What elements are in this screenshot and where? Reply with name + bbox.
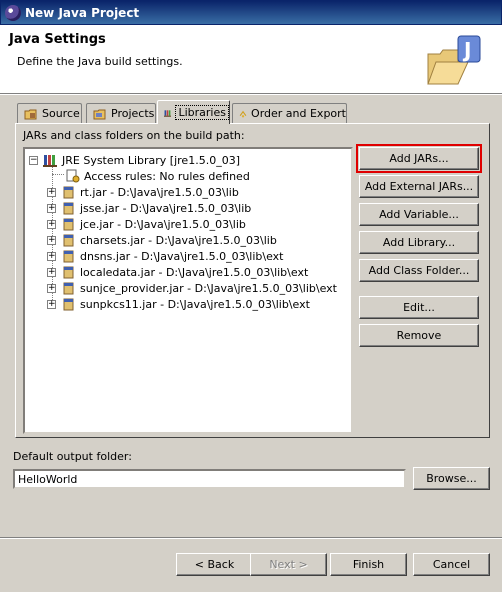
tree-node-access-rules[interactable]: Access rules: No rules defined <box>65 168 250 184</box>
tree-node-jar[interactable]: + sunjce_provider.jar - D:\Java\jre1.5.0… <box>47 280 337 296</box>
tree-node-label: sunjce_provider.jar - D:\Java\jre1.5.0_0… <box>80 281 337 295</box>
java-project-banner-icon: J <box>427 35 481 85</box>
page-description: Define the Java build settings. <box>17 55 183 68</box>
eclipse-icon <box>5 5 21 21</box>
expand-icon[interactable]: + <box>47 235 56 245</box>
tab-order-and-export[interactable]: Order and Export <box>232 103 347 123</box>
tab-libraries-label: Libraries <box>175 105 229 120</box>
tree-node-label: dnsns.jar - D:\Java\jre1.5.0_03\lib\ext <box>80 249 284 263</box>
jar-icon <box>63 282 74 295</box>
jar-icon <box>63 202 74 215</box>
tab-source-label: Source <box>42 107 80 120</box>
wizard-header: Java Settings Define the Java build sett… <box>0 25 502 94</box>
remove-button[interactable]: Remove <box>359 324 479 347</box>
finish-button[interactable]: Finish <box>330 553 407 576</box>
window-title: New Java Project <box>25 6 140 20</box>
expand-icon[interactable]: + <box>47 299 56 309</box>
edit-button[interactable]: Edit... <box>359 296 479 319</box>
tab-order-export-label: Order and Export <box>251 107 346 120</box>
cancel-button[interactable]: Cancel <box>413 553 490 576</box>
title-bar: New Java Project <box>0 0 502 25</box>
expand-icon[interactable]: + <box>47 219 56 229</box>
jar-icon <box>63 234 74 247</box>
libraries-tree[interactable]: − JRE System Library [jre1.5.0_03] Acces… <box>23 147 353 434</box>
tree-node-label: Access rules: No rules defined <box>84 169 250 183</box>
tree-node-jar[interactable]: + sunpkcs11.jar - D:\Java\jre1.5.0_03\li… <box>47 296 310 312</box>
svg-text:J: J <box>462 38 471 62</box>
expand-icon[interactable]: + <box>47 251 56 261</box>
output-folder-label: Default output folder: <box>13 450 132 463</box>
access-rules-icon <box>66 169 80 183</box>
tab-libraries[interactable]: Libraries <box>157 100 230 124</box>
output-folder-input[interactable]: HelloWorld <box>13 469 406 489</box>
collapse-icon[interactable]: − <box>29 155 38 165</box>
expand-icon[interactable]: + <box>47 203 56 213</box>
tree-node-jre-system-library[interactable]: − JRE System Library [jre1.5.0_03] <box>29 152 240 168</box>
library-icon <box>43 155 57 167</box>
tree-node-label: jce.jar - D:\Java\jre1.5.0_03\lib <box>80 217 246 231</box>
tree-node-label: rt.jar - D:\Java\jre1.5.0_03\lib <box>80 185 239 199</box>
add-variable-button[interactable]: Add Variable... <box>359 203 479 226</box>
add-jars-button[interactable]: Add JARs... <box>356 144 482 173</box>
projects-icon <box>93 109 106 119</box>
jar-icon <box>63 250 74 263</box>
add-library-button[interactable]: Add Library... <box>359 231 479 254</box>
tree-node-jar[interactable]: + jce.jar - D:\Java\jre1.5.0_03\lib <box>47 216 246 232</box>
jar-icon <box>63 298 74 311</box>
page-title: Java Settings <box>9 32 106 47</box>
tree-node-label: sunpkcs11.jar - D:\Java\jre1.5.0_03\lib\… <box>80 297 310 311</box>
browse-button[interactable]: Browse... <box>413 467 490 490</box>
tab-projects[interactable]: Projects <box>86 103 156 123</box>
header-separator <box>0 94 502 96</box>
back-button[interactable]: < Back <box>176 553 253 576</box>
add-external-jars-button[interactable]: Add External JARs... <box>359 175 479 198</box>
jar-icon <box>63 266 74 279</box>
tree-node-label: JRE System Library [jre1.5.0_03] <box>62 153 240 167</box>
tab-projects-label: Projects <box>111 107 155 120</box>
source-folder-icon <box>24 109 37 119</box>
tree-node-label: localedata.jar - D:\Java\jre1.5.0_03\lib… <box>80 265 309 279</box>
tree-node-jar[interactable]: + rt.jar - D:\Java\jre1.5.0_03\lib <box>47 184 239 200</box>
expand-icon[interactable]: + <box>47 187 56 197</box>
tree-connector-line <box>52 174 64 175</box>
libraries-icon <box>164 109 172 117</box>
tree-node-jar[interactable]: + charsets.jar - D:\Java\jre1.5.0_03\lib <box>47 232 277 248</box>
expand-icon[interactable]: + <box>47 267 56 277</box>
next-button[interactable]: Next > <box>250 553 327 576</box>
order-export-icon <box>239 110 247 117</box>
jar-icon <box>63 218 74 231</box>
jar-icon <box>63 186 74 199</box>
footer-separator <box>0 537 502 539</box>
add-class-folder-button[interactable]: Add Class Folder... <box>359 259 479 282</box>
tree-node-label: jsse.jar - D:\Java\jre1.5.0_03\lib <box>80 201 252 215</box>
tree-node-jar[interactable]: + localedata.jar - D:\Java\jre1.5.0_03\l… <box>47 264 308 280</box>
expand-icon[interactable]: + <box>47 283 56 293</box>
build-path-label: JARs and class folders on the build path… <box>23 129 245 142</box>
tab-source[interactable]: Source <box>17 103 82 123</box>
tree-node-label: charsets.jar - D:\Java\jre1.5.0_03\lib <box>80 233 277 247</box>
tree-node-jar[interactable]: + jsse.jar - D:\Java\jre1.5.0_03\lib <box>47 200 251 216</box>
tree-node-jar[interactable]: + dnsns.jar - D:\Java\jre1.5.0_03\lib\ex… <box>47 248 283 264</box>
